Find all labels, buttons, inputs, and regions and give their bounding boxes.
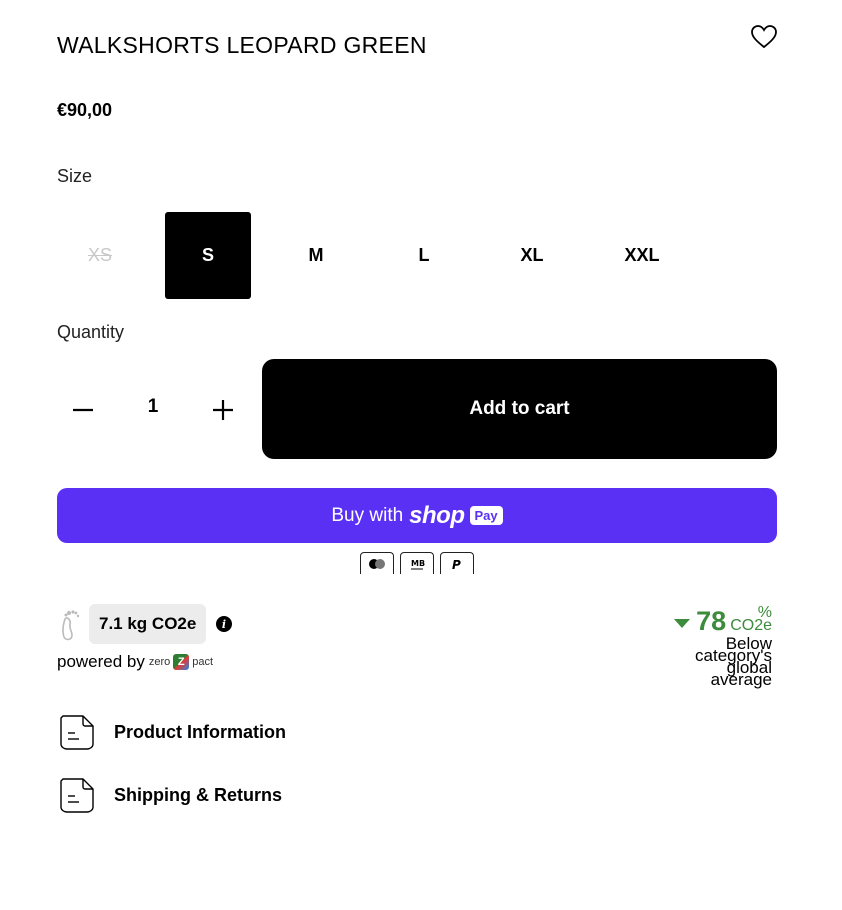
wishlist-button[interactable]	[749, 22, 779, 52]
quantity-value[interactable]: 1	[137, 396, 169, 418]
zeropact-logo: zero Z pact	[149, 654, 213, 670]
logo-mark: Z	[173, 654, 190, 670]
co2-percent: 78	[696, 606, 727, 636]
size-label: Size	[57, 166, 93, 186]
down-arrow-icon	[674, 619, 691, 628]
minus-icon	[73, 408, 93, 412]
add-to-cart-button[interactable]: Add to cart	[262, 359, 777, 459]
co2-comparison-text: Below category's global average	[682, 635, 772, 689]
accordion-label: Product Information	[114, 721, 286, 742]
accordion-shipping-returns[interactable]: Shipping & Returns	[57, 775, 282, 815]
svg-text:P: P	[452, 558, 461, 571]
pay-badge: Pay	[469, 506, 503, 525]
quantity-increase-button[interactable]	[207, 394, 239, 426]
mastercard-icon	[360, 552, 394, 574]
size-option-m[interactable]: M	[273, 212, 359, 299]
co2-comparison: 78 % CO2e Below category's global averag…	[674, 604, 772, 689]
paypal-icon: P	[440, 552, 474, 574]
product-price: €90,00	[57, 100, 113, 120]
document-icon	[60, 778, 94, 813]
co2-unit: CO2e	[730, 617, 772, 634]
size-option-xl[interactable]: XL	[489, 212, 575, 299]
product-title: WALKSHORTS LEOPARD GREEN	[57, 32, 427, 58]
size-option-xs[interactable]: XS	[57, 212, 143, 299]
shop-pay-button[interactable]: Buy with shop Pay	[57, 488, 777, 543]
co2-badge: 7.1 kg CO2e	[89, 604, 207, 644]
multibanco-icon: MB	[400, 552, 434, 574]
heart-icon	[751, 25, 777, 49]
footprint-icon	[62, 610, 80, 641]
powered-by-text: powered by	[57, 652, 145, 671]
info-icon[interactable]: i	[216, 616, 232, 632]
accordion-label: Shipping & Returns	[114, 784, 282, 805]
quantity-label: Quantity	[57, 322, 125, 342]
accordion-product-information[interactable]: Product Information	[57, 712, 286, 752]
plus-icon	[213, 400, 233, 420]
payment-methods: MB P	[360, 552, 474, 574]
quantity-decrease-button[interactable]	[67, 394, 99, 426]
powered-by: powered by zero Z pact	[57, 652, 213, 672]
shop-pay-buy-text: Buy with	[331, 504, 404, 526]
size-option-s[interactable]: S	[165, 212, 251, 299]
logo-text-zero: zero	[148, 656, 171, 668]
size-option-l[interactable]: L	[381, 212, 467, 299]
quantity-stepper: 1	[57, 360, 252, 458]
document-icon	[60, 715, 94, 750]
comparison-line-4: average	[710, 670, 772, 689]
size-option-xxl[interactable]: XXL	[597, 212, 687, 299]
svg-text:MB: MB	[411, 559, 425, 568]
shop-logo: shop	[409, 501, 465, 529]
logo-text-pact: pact	[192, 656, 214, 668]
